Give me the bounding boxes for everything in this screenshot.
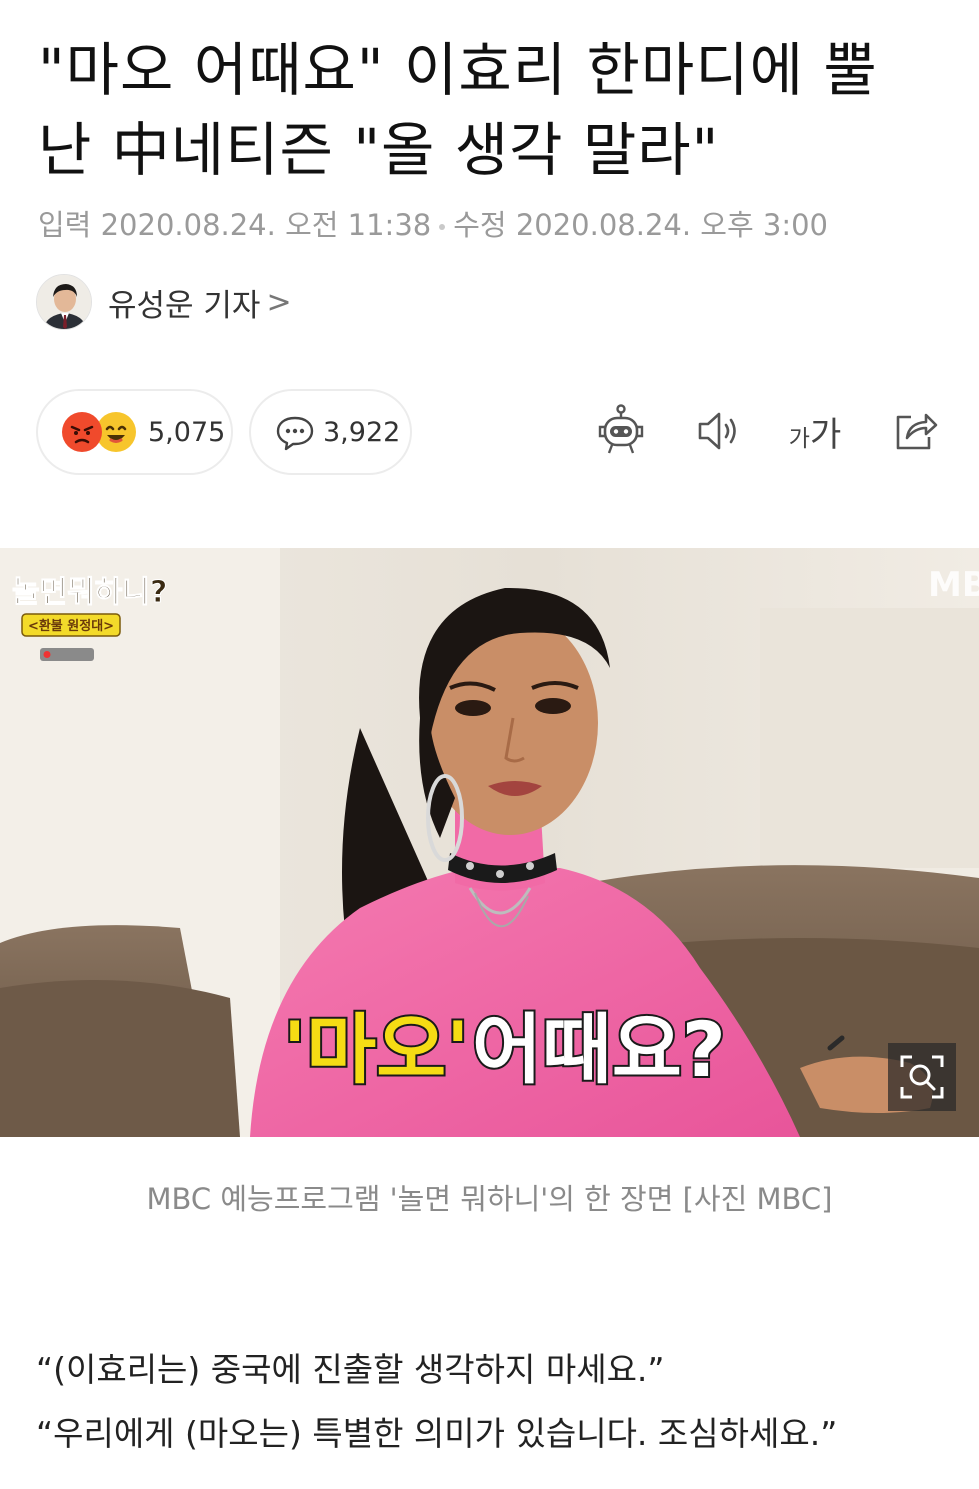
font-size-button[interactable]: 가가	[780, 398, 850, 464]
show-subtitle: <환불 원정대>	[28, 618, 114, 634]
comment-button[interactable]: 3,922	[249, 389, 412, 475]
body-paragraph-2: “우리에게 (마오는) 특별한 의미가 있습니다. 조심하세요.”	[36, 1414, 838, 1453]
show-title-logo: 놀면뭐하니?	[12, 575, 167, 610]
summary-bot-button[interactable]	[586, 398, 656, 464]
article-timestamps: 입력 2020.08.24. 오전 11:38 수정 2020.08.24. 오후…	[38, 202, 828, 244]
headline-line-2: 난 中네티즌 "올 생각 말라"	[38, 116, 720, 184]
edit-label: 수정	[453, 208, 507, 242]
article-photo: 놀면뭐하니? <환불 원정대> MBC '마오' 어때요?	[0, 548, 979, 1137]
subtitle-rest: 어때요?	[472, 1005, 726, 1094]
share-icon	[896, 413, 938, 450]
laugh-emoji-icon	[96, 412, 136, 452]
separator-dot	[439, 224, 446, 230]
font-size-icon: 가가	[788, 414, 842, 455]
robot-summary-icon	[598, 404, 644, 454]
author-name: 유성운 기자	[108, 287, 261, 324]
input-label: 입력	[38, 208, 92, 242]
comment-count: 3,922	[323, 417, 401, 448]
photo-zoom-button[interactable]	[888, 1043, 956, 1111]
input-time: 2020.08.24. 오전 11:38	[100, 208, 432, 242]
author-avatar	[36, 274, 92, 330]
author-chevron-icon: >	[266, 284, 292, 320]
reaction-count: 5,075	[148, 417, 226, 448]
subtitle-quoted-word: '마오'	[283, 1005, 469, 1094]
broadcaster-watermark: MBC	[928, 565, 979, 605]
share-button[interactable]	[880, 398, 950, 464]
read-aloud-button[interactable]	[683, 398, 753, 464]
speaker-icon	[698, 412, 736, 450]
body-paragraph-1: “(이효리는) 중국에 진출할 생각하지 마세요.”	[36, 1350, 665, 1389]
comment-bubble-icon	[275, 412, 315, 452]
angry-emoji-icon	[62, 412, 102, 452]
article-headline: "마오 어때요" 이효리 한마디에 뿔 난 中네티즌 "올 생각 말라"	[38, 30, 948, 190]
reaction-button[interactable]: 5,075	[36, 389, 233, 475]
zoom-magnifier-icon	[900, 1055, 944, 1099]
author-link[interactable]: 유성운 기자 >	[36, 272, 292, 332]
photo-caption: MBC 예능프로그램 '놀면 뭐하니'의 한 장면 [사진 MBC]	[146, 1182, 833, 1216]
edit-time: 2020.08.24. 오후 3:00	[515, 208, 829, 242]
headline-line-1: "마오 어때요" 이효리 한마디에 뿔	[38, 36, 878, 104]
